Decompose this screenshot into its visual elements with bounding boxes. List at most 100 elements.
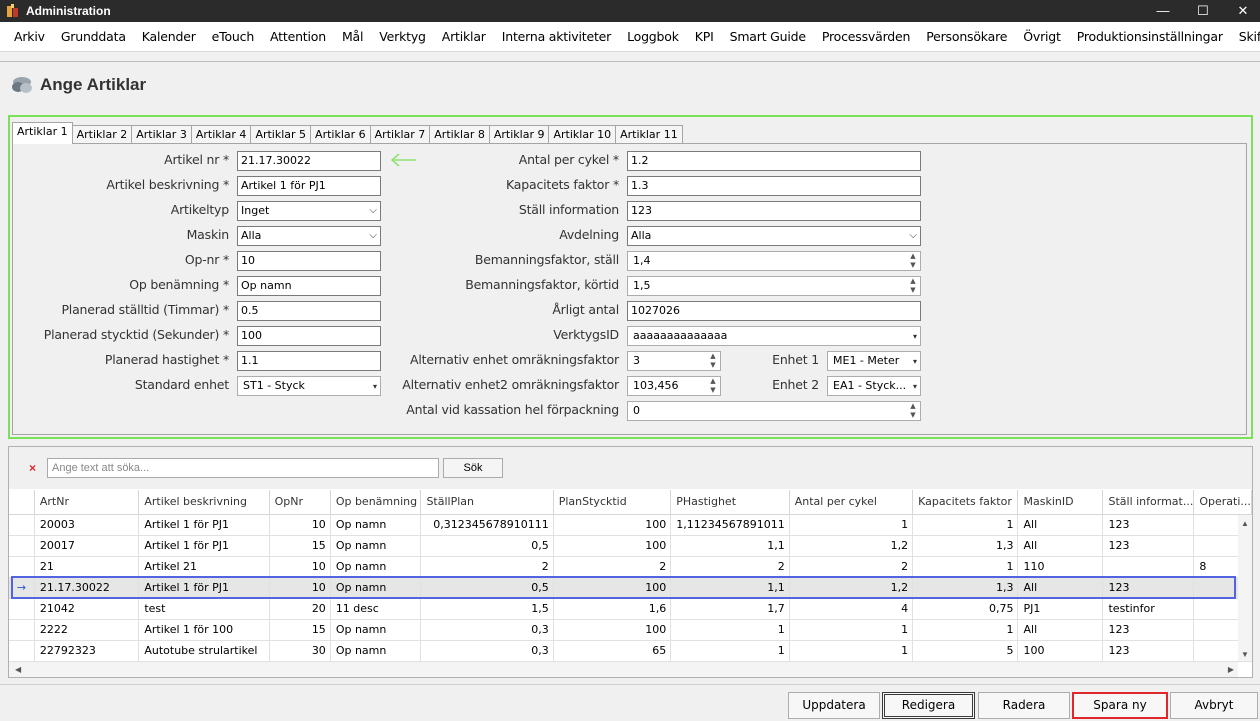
cell-artnr: 21.17.30022	[34, 577, 140, 599]
cell-stall-info: 123	[1102, 535, 1195, 557]
tab-artiklar-10[interactable]: Artiklar 10	[548, 125, 617, 144]
column-header[interactable]: StällPlan	[420, 490, 554, 515]
arligt-antal-input[interactable]: 1027026	[627, 301, 921, 321]
update-button[interactable]: Uppdatera	[788, 692, 880, 719]
antal-per-cykel-input[interactable]: 1.2	[627, 151, 921, 171]
enhet1-select[interactable]: ME1 - Meter ▾	[827, 351, 921, 371]
tab-artiklar-2[interactable]: Artiklar 2	[71, 125, 133, 144]
scroll-left-icon[interactable]: ◀	[15, 665, 21, 674]
vertical-scrollbar[interactable]: ▲ ▼	[1238, 515, 1252, 661]
maskin-select[interactable]: Alla ⌵	[237, 226, 381, 246]
tab-artiklar-5[interactable]: Artiklar 5	[250, 125, 312, 144]
artikeltyp-select[interactable]: Inget ⌵	[237, 201, 381, 221]
menu-verktyg[interactable]: Verktyg	[371, 29, 433, 44]
menu-bar: Arkiv Grunddata Kalender eTouch Attentio…	[0, 22, 1260, 52]
delete-button[interactable]: Radera	[978, 692, 1070, 719]
menu-skiftoverlamning[interactable]: Skiftöverlämning	[1231, 29, 1260, 44]
standard-enhet-select[interactable]: ST1 - Styck ▾	[237, 376, 381, 396]
spinner-arrows-icon[interactable]: ▲ ▼	[907, 277, 919, 295]
cell-antal-per-cykel: 1	[789, 514, 914, 536]
menu-interna-aktiviteter[interactable]: Interna aktiviteter	[494, 29, 619, 44]
menu-attention[interactable]: Attention	[262, 29, 334, 44]
menu-grunddata[interactable]: Grunddata	[53, 29, 134, 44]
spinner-arrows-icon[interactable]: ▲ ▼	[907, 252, 919, 270]
column-header[interactable]: OpNr	[269, 490, 331, 515]
tab-artiklar-6[interactable]: Artiklar 6	[310, 125, 371, 144]
cell-kapacitets-faktor: 1	[912, 514, 1019, 536]
table-row[interactable]: 21 Artikel 21 10 Op namn 2 2 2 2 1 110 8	[9, 556, 1252, 578]
artikel-beskrivning-input[interactable]: Artikel 1 för PJ1	[237, 176, 381, 196]
tab-artiklar-11[interactable]: Artiklar 11	[615, 125, 683, 144]
search-input[interactable]: Ange text att söka...	[47, 458, 439, 478]
menu-produktionsinstallningar[interactable]: Produktionsinställningar	[1069, 29, 1231, 44]
kapacitets-faktor-input[interactable]: 1.3	[627, 176, 921, 196]
antal-kassation-spinner[interactable]: 0 ▲ ▼	[627, 401, 921, 421]
scroll-up-icon[interactable]: ▲	[1241, 519, 1249, 528]
cell-opnr: 10	[269, 556, 331, 578]
menu-artiklar[interactable]: Artiklar	[434, 29, 494, 44]
tab-artiklar-3[interactable]: Artiklar 3	[131, 125, 192, 144]
tab-artiklar-4[interactable]: Artiklar 4	[190, 125, 252, 144]
spinner-arrows-icon[interactable]: ▲ ▼	[707, 377, 719, 395]
cell-opnr: 10	[269, 514, 331, 536]
table-row-selected[interactable]: → 21.17.30022 Artikel 1 för PJ1 10 Op na…	[9, 577, 1252, 599]
menu-mal[interactable]: Mål	[334, 29, 371, 44]
tab-artiklar-1[interactable]: Artiklar 1	[12, 122, 73, 144]
search-button[interactable]: Sök	[443, 458, 503, 478]
table-row[interactable]: 2222 Artikel 1 för 100 15 Op namn 0,3 10…	[9, 619, 1252, 641]
horizontal-scrollbar[interactable]: ◀ ▶	[9, 662, 1238, 677]
table-row[interactable]: 21042 test 20 11 desc 1,5 1,6 1,7 4 0,75…	[9, 598, 1252, 620]
column-header[interactable]: PlanStycktid	[553, 490, 672, 515]
column-header[interactable]: Op benämning	[330, 490, 422, 515]
column-header[interactable]: Antal per cykel	[789, 490, 914, 515]
alt-enhet2-faktor-spinner[interactable]: 103,456 ▲ ▼	[627, 376, 721, 396]
menu-smart-guide[interactable]: Smart Guide	[722, 29, 814, 44]
menu-processvarden[interactable]: Processvärden	[814, 29, 918, 44]
scroll-right-icon[interactable]: ▶	[1228, 665, 1234, 674]
op-benamning-input[interactable]: Op namn	[237, 276, 381, 296]
tab-artiklar-8[interactable]: Artiklar 8	[429, 125, 490, 144]
edit-button[interactable]: Redigera	[882, 692, 975, 719]
table-row[interactable]: 22792323 Autotube strulartikel 30 Op nam…	[9, 640, 1252, 662]
column-header[interactable]: Operati...	[1193, 490, 1252, 515]
menu-loggbok[interactable]: Loggbok	[619, 29, 687, 44]
planerad-hastighet-input[interactable]: 1.1	[237, 351, 381, 371]
spinner-arrows-icon[interactable]: ▲ ▼	[707, 352, 719, 370]
spinner-arrows-icon[interactable]: ▲ ▼	[907, 402, 919, 420]
alt-enhet-faktor-spinner[interactable]: 3 ▲ ▼	[627, 351, 721, 371]
artikel-nr-input[interactable]: 21.17.30022	[237, 151, 381, 171]
enhet2-select[interactable]: EA1 - Styck... ▾	[827, 376, 921, 396]
menu-kalender[interactable]: Kalender	[134, 29, 204, 44]
bemanningsfaktor-stall-spinner[interactable]: 1,4 ▲ ▼	[627, 251, 921, 271]
op-nr-input[interactable]: 10	[237, 251, 381, 271]
cancel-button[interactable]: Avbryt	[1170, 692, 1258, 719]
menu-etouch[interactable]: eTouch	[204, 29, 262, 44]
clear-search-icon[interactable]: ×	[29, 461, 36, 475]
menu-arkiv[interactable]: Arkiv	[6, 29, 53, 44]
table-row[interactable]: 20003 Artikel 1 för PJ1 10 Op namn 0,312…	[9, 514, 1252, 536]
scroll-down-icon[interactable]: ▼	[1241, 650, 1249, 659]
save-new-button[interactable]: Spara ny	[1072, 692, 1168, 719]
column-header[interactable]: MaskinID	[1017, 490, 1104, 515]
bemanningsfaktor-kortid-spinner[interactable]: 1,5 ▲ ▼	[627, 276, 921, 296]
column-header[interactable]: PHastighet	[670, 490, 790, 515]
column-header[interactable]: Kapacitets faktor	[912, 490, 1019, 515]
menu-ovrigt[interactable]: Övrigt	[1015, 29, 1068, 44]
column-header[interactable]: ArtNr	[34, 490, 140, 515]
avdelning-select[interactable]: Alla ⌵	[627, 226, 921, 246]
verktygs-id-select[interactable]: aaaaaaaaaaaaaa ▾	[627, 326, 921, 346]
row-indicator	[9, 514, 35, 536]
column-header[interactable]: Artikel beskrivning	[138, 490, 270, 515]
close-button[interactable]: ✕	[1220, 0, 1260, 22]
stall-information-input[interactable]: 123	[627, 201, 921, 221]
menu-personsokare[interactable]: Personsökare	[918, 29, 1015, 44]
artikeltyp-value: Inget	[241, 204, 270, 217]
planerad-stalltid-input[interactable]: 0.5	[237, 301, 381, 321]
cell-opnr: 20	[269, 598, 331, 620]
tab-artiklar-9[interactable]: Artiklar 9	[488, 125, 550, 144]
menu-kpi[interactable]: KPI	[687, 29, 722, 44]
column-header[interactable]: Ställ informat...	[1102, 490, 1195, 515]
table-row[interactable]: 20017 Artikel 1 för PJ1 15 Op namn 0,5 1…	[9, 535, 1252, 557]
tab-artiklar-7[interactable]: Artiklar 7	[369, 125, 431, 144]
planerad-stycktid-input[interactable]: 100	[237, 326, 381, 346]
